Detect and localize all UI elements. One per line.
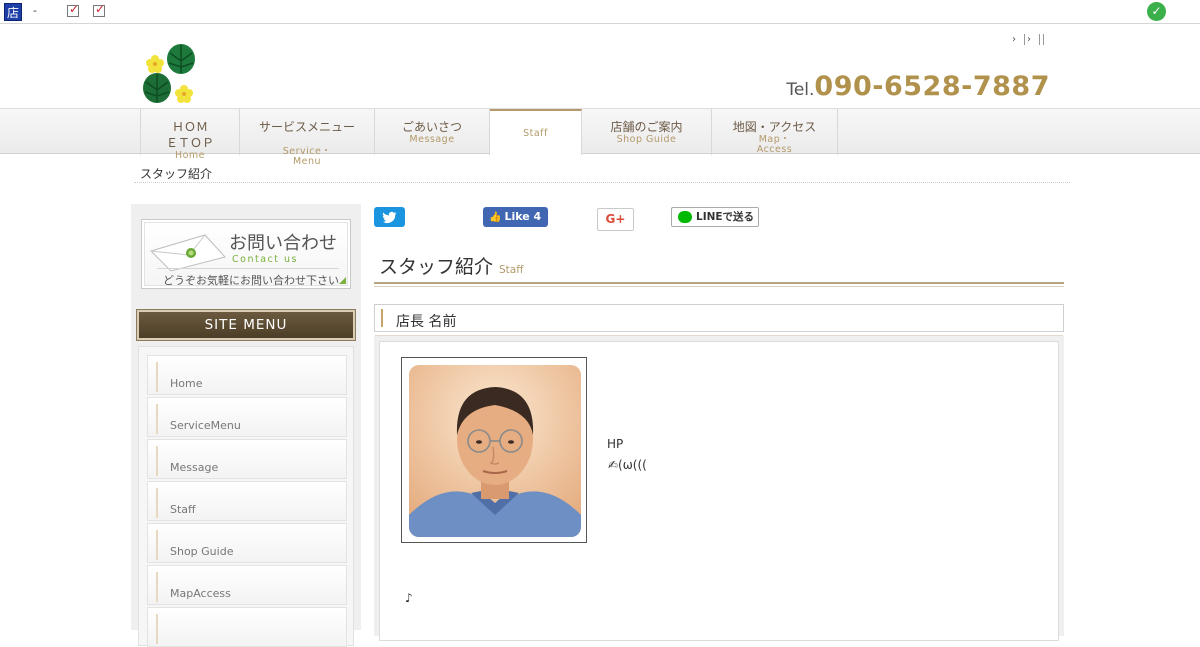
nav-sub-label: Message	[409, 134, 455, 145]
nav-label: ＨＯＭ	[171, 120, 208, 134]
corner-arrow-icon	[339, 277, 346, 284]
staff-section-heading: 店長 名前	[374, 304, 1064, 336]
nav-label: サービスメニュー	[258, 120, 355, 134]
sidebar-item-shop-guide[interactable]: Shop Guide	[147, 523, 347, 563]
checkbox-checked-icon[interactable]	[93, 2, 105, 17]
twitter-share-button[interactable]	[374, 207, 405, 227]
sidebar-item-staff[interactable]: Staff	[147, 481, 347, 521]
title-divider	[374, 286, 1064, 287]
nav-sub-label: Staff	[523, 128, 548, 139]
tel-number[interactable]: 090-6528-7887	[814, 71, 1050, 102]
nav-item-shop-guide[interactable]: 店舗のご案内 Shop Guide	[582, 109, 712, 155]
nav-label: ごあいさつ	[401, 120, 462, 134]
contact-description: どうぞお気軽にお問い合わせ下さい	[163, 274, 339, 287]
top-link[interactable]: ›	[1025, 34, 1040, 45]
facebook-like-button[interactable]: 👍 Like 4	[483, 207, 548, 227]
staff-text: ✍(ω(((	[608, 458, 647, 472]
nav-sub-label: Home	[174, 150, 206, 161]
site-header: › › Tel.090-6528-7887	[0, 25, 1200, 108]
nav-label: 店舗のご案内	[610, 120, 683, 134]
nav-sub-label: Shop Guide	[616, 134, 677, 145]
top-link[interactable]: ›	[1010, 34, 1025, 45]
nav-item-service-menu[interactable]: サービスメニュー Service・ Menu	[240, 109, 375, 167]
page-title-jp: スタッフ紹介	[379, 256, 494, 278]
site-logo[interactable]	[140, 41, 200, 105]
phone-number[interactable]: Tel.090-6528-7887	[786, 71, 1050, 102]
contact-divider	[157, 268, 339, 269]
nav-sub-label: Menu	[292, 156, 322, 167]
sidebar-item-label: ServiceMenu	[170, 419, 241, 432]
thumbs-up-icon: 👍	[489, 212, 502, 223]
google-plus-button[interactable]: G+	[597, 208, 634, 231]
contact-title: お問い合わせ	[229, 233, 337, 254]
global-nav: ＨＯＭ ＥＴＯＰ Home サービスメニュー Service・ Menu ごあい…	[0, 108, 1200, 167]
store-icon[interactable]: 店	[4, 3, 22, 21]
page-title: スタッフ紹介 Staff	[379, 252, 523, 279]
nav-sub-label: Access	[756, 144, 793, 155]
staff-content-inner: HP ✍(ω((( ♪	[379, 341, 1059, 641]
checkbox-checked-icon[interactable]	[67, 2, 79, 17]
sidebar: お問い合わせ Contact us どうぞお気軽にお問い合わせ下さい SITE …	[131, 204, 361, 647]
page-title-en: Staff	[499, 264, 524, 276]
admin-bar-text: -	[33, 4, 37, 17]
site-menu-heading: SITE MENU	[136, 309, 356, 341]
sidebar-item-message[interactable]: Message	[147, 439, 347, 479]
line-icon	[678, 211, 692, 223]
staff-name: 店長 名前	[396, 314, 457, 330]
twitter-icon	[382, 211, 397, 224]
admin-bar: 店 - ✓	[0, 0, 1200, 24]
sidebar-item-home[interactable]: Home	[147, 355, 347, 395]
staff-text: HP	[607, 437, 624, 451]
facebook-like-label: Like 4	[504, 210, 542, 223]
staff-content: HP ✍(ω((( ♪	[374, 336, 1064, 641]
line-share-label: LINEで送る	[696, 211, 755, 223]
sidebar-item-more[interactable]	[147, 607, 347, 647]
staff-text: ♪	[405, 591, 413, 605]
nav-item-staff[interactable]: Staff	[490, 109, 582, 155]
nav-item-map-access[interactable]: 地図・アクセス Map・ Access	[712, 109, 838, 155]
top-link-divider	[1040, 34, 1045, 45]
nav-item-message[interactable]: ごあいさつ Message	[375, 109, 490, 155]
tel-prefix: Tel.	[786, 80, 815, 100]
sidebar-item-label: Staff	[170, 503, 196, 516]
header-top-links: › ›	[1010, 34, 1045, 45]
contact-banner[interactable]: お問い合わせ Contact us どうぞお気軽にお問い合わせ下さい	[141, 219, 351, 289]
sidebar-item-map-access[interactable]: MapAccess	[147, 565, 347, 605]
line-share-button[interactable]: LINEで送る	[671, 207, 759, 227]
staff-photo-frame	[401, 357, 587, 543]
contact-subtitle: Contact us	[232, 254, 298, 265]
envelope-icon	[150, 234, 226, 272]
site-menu-list: Home ServiceMenu Message Staff Shop Guid…	[138, 346, 354, 647]
staff-photo	[409, 365, 581, 537]
nav-label: 地図・アクセス	[732, 120, 817, 134]
sidebar-item-label: Shop Guide	[170, 545, 234, 558]
check-circle-icon[interactable]: ✓	[1147, 2, 1166, 21]
title-divider	[374, 282, 1064, 284]
sidebar-item-service-menu[interactable]: ServiceMenu	[147, 397, 347, 437]
sidebar-item-label: Home	[170, 377, 203, 390]
nav-item-home[interactable]: ＨＯＭ ＥＴＯＰ Home	[140, 109, 240, 161]
contact-banner-inner: お問い合わせ Contact us どうぞお気軽にお問い合わせ下さい	[144, 222, 348, 287]
breadcrumb-divider	[134, 182, 1070, 183]
nav-label: ＥＴＯＰ	[165, 136, 214, 150]
sidebar-item-label: Message	[170, 461, 219, 474]
breadcrumb: スタッフ紹介	[140, 167, 213, 181]
sidebar-item-label: MapAccess	[170, 587, 231, 600]
